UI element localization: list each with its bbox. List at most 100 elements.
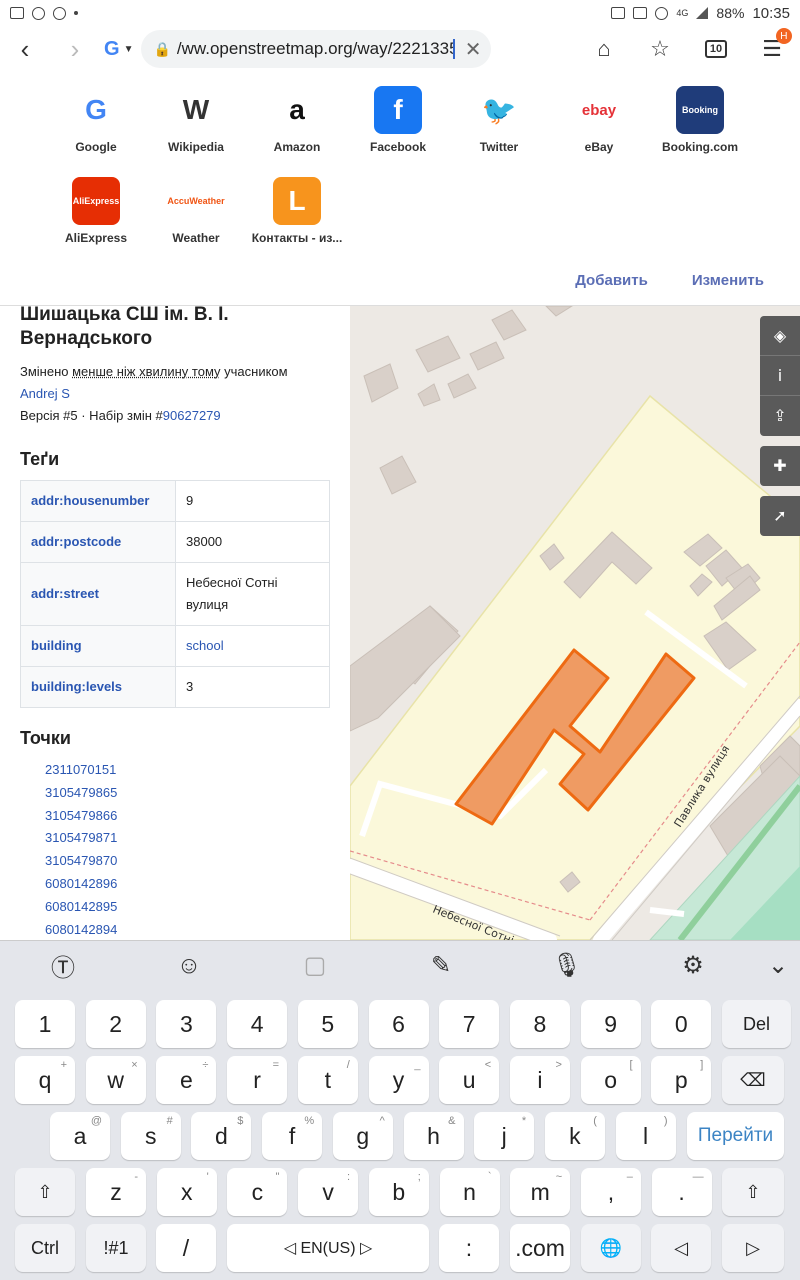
- quick-access-item[interactable]: a Amazon: [242, 86, 352, 154]
- quick-access-item[interactable]: ebay eBay: [544, 86, 654, 154]
- letter-key[interactable]: q +: [15, 1056, 75, 1104]
- number-key[interactable]: 2: [85, 1000, 146, 1048]
- tag-key[interactable]: addr:housenumber: [20, 480, 176, 522]
- letter-key[interactable]: o[: [580, 1056, 641, 1104]
- tabs-button[interactable]: 10: [688, 26, 744, 72]
- google-search-engine-icon[interactable]: G: [104, 38, 120, 61]
- letter-key[interactable]: k(: [544, 1112, 605, 1160]
- tag-key[interactable]: building: [20, 625, 176, 667]
- quick-access-item[interactable]: 🐦 Twitter: [444, 86, 554, 154]
- letter-key[interactable]: u <: [439, 1056, 500, 1104]
- letter-key[interactable]: d $: [191, 1112, 252, 1160]
- query-features-button[interactable]: ➚: [760, 496, 800, 536]
- number-key[interactable]: 5: [297, 1000, 358, 1048]
- url-input[interactable]: /ww.openstreetmap.org/way/222133524: [177, 39, 455, 59]
- quick-access-item[interactable]: Booking Booking.com: [645, 86, 755, 154]
- go-key[interactable]: Перейти: [687, 1112, 784, 1160]
- quick-access-item[interactable]: G Google: [41, 86, 151, 154]
- quick-access-item[interactable]: f Facebook: [343, 86, 453, 154]
- dotcom-key[interactable]: .com: [510, 1224, 570, 1272]
- info-button[interactable]: ⅰ: [760, 356, 800, 396]
- bookmark-button[interactable]: ☆: [632, 26, 688, 72]
- back-button[interactable]: ‹: [0, 26, 50, 72]
- node-link[interactable]: 3105479866: [45, 805, 330, 828]
- number-key[interactable]: 1: [15, 1000, 75, 1048]
- delete-key[interactable]: Del: [722, 1000, 791, 1048]
- node-link[interactable]: 6080142894: [45, 919, 330, 940]
- letter-key[interactable]: v:: [298, 1168, 359, 1216]
- changeset-link[interactable]: 90627279: [163, 408, 221, 423]
- letter-key[interactable]: z-: [86, 1168, 146, 1216]
- node-link[interactable]: 3105479870: [45, 850, 330, 873]
- letter-key[interactable]: l): [615, 1112, 676, 1160]
- quick-access-item[interactable]: AliExpress AliExpress: [41, 177, 151, 245]
- sticker-button[interactable]: ▢: [252, 941, 378, 991]
- letter-key[interactable]: g ^: [332, 1112, 393, 1160]
- node-link[interactable]: 3105479865: [45, 782, 330, 805]
- number-key[interactable]: 9: [580, 1000, 641, 1048]
- letter-key[interactable]: f%: [262, 1112, 323, 1160]
- letter-key[interactable]: e ÷: [156, 1056, 217, 1104]
- language-key[interactable]: 🌐: [581, 1224, 641, 1272]
- letter-key[interactable]: b;: [368, 1168, 429, 1216]
- number-key[interactable]: 8: [509, 1000, 570, 1048]
- settings-button[interactable]: ⚙: [630, 941, 756, 991]
- shift-key-left[interactable]: ⇧: [15, 1168, 75, 1216]
- letter-key[interactable]: r =: [227, 1056, 288, 1104]
- letter-key[interactable]: a @: [50, 1112, 110, 1160]
- space-key[interactable]: ◁ EN(US) ▷: [227, 1224, 429, 1272]
- number-key[interactable]: 7: [439, 1000, 500, 1048]
- tag-key[interactable]: addr:street: [20, 562, 176, 626]
- handwriting-button[interactable]: ✎: [378, 941, 504, 991]
- add-note-button[interactable]: ✚: [760, 446, 800, 486]
- letter-key[interactable]: c ": [227, 1168, 288, 1216]
- address-bar[interactable]: 🔒 /ww.openstreetmap.org/way/222133524 ✕: [141, 30, 492, 68]
- edit-button[interactable]: Изменить: [692, 272, 764, 289]
- number-key[interactable]: 6: [368, 1000, 429, 1048]
- home-button[interactable]: ⌂: [576, 26, 632, 72]
- add-button[interactable]: Добавить: [575, 272, 648, 289]
- tag-key[interactable]: building:levels: [20, 666, 176, 708]
- letter-key[interactable]: m ~: [510, 1168, 571, 1216]
- number-key[interactable]: 4: [227, 1000, 288, 1048]
- cursor-right-key[interactable]: ▷: [722, 1224, 784, 1272]
- quick-access-item[interactable]: AccuWeather Weather: [141, 177, 251, 245]
- slash-key[interactable]: /: [156, 1224, 216, 1272]
- share-button[interactable]: ⇪: [760, 396, 800, 436]
- quick-access-item[interactable]: W Wikipedia: [141, 86, 251, 154]
- quick-access-item[interactable]: L Контакты - из...: [242, 177, 352, 245]
- letter-key[interactable]: j *: [474, 1112, 535, 1160]
- node-link[interactable]: 3105479871: [45, 827, 330, 850]
- cursor-left-key[interactable]: ◁: [651, 1224, 711, 1272]
- layers-button[interactable]: ◈: [760, 316, 800, 356]
- node-link[interactable]: 2311070151: [45, 759, 330, 782]
- letter-key[interactable]: p]: [651, 1056, 712, 1104]
- letter-key[interactable]: t /: [297, 1056, 358, 1104]
- voice-button[interactable]: 🎙: [504, 941, 630, 991]
- node-link[interactable]: 6080142895: [45, 896, 330, 919]
- letter-key[interactable]: n `: [439, 1168, 500, 1216]
- forward-button[interactable]: ›: [50, 26, 100, 72]
- node-link[interactable]: 6080142896: [45, 873, 330, 896]
- map-view[interactable]: Павлика вулиця Небесної Сотні ◈ ⅰ ⇪ ✚ ➚: [350, 306, 800, 940]
- tag-value[interactable]: school: [175, 625, 330, 667]
- letter-key[interactable]: w ×: [85, 1056, 146, 1104]
- map-canvas[interactable]: Павлика вулиця Небесної Сотні: [350, 306, 800, 940]
- letter-key[interactable]: . —: [651, 1168, 712, 1216]
- letter-key[interactable]: y _: [368, 1056, 429, 1104]
- caret-down-icon[interactable]: ▼: [124, 44, 134, 55]
- translate-button[interactable]: Ⓣ: [0, 941, 126, 991]
- number-key[interactable]: 0: [651, 1000, 712, 1048]
- colon-key[interactable]: :: [439, 1224, 499, 1272]
- shift-key-right[interactable]: ⇧: [722, 1168, 784, 1216]
- emoji-button[interactable]: ☺: [126, 941, 252, 991]
- user-link[interactable]: Andrej S: [20, 386, 70, 401]
- symbols-key[interactable]: !#1: [86, 1224, 146, 1272]
- letter-key[interactable]: , –: [580, 1168, 641, 1216]
- backspace-key[interactable]: ⌫: [722, 1056, 784, 1104]
- letter-key[interactable]: x ': [156, 1168, 217, 1216]
- clear-icon[interactable]: ✕: [465, 37, 482, 62]
- hide-keyboard-button[interactable]: ⌄: [756, 941, 800, 991]
- letter-key[interactable]: i >: [509, 1056, 570, 1104]
- number-key[interactable]: 3: [156, 1000, 217, 1048]
